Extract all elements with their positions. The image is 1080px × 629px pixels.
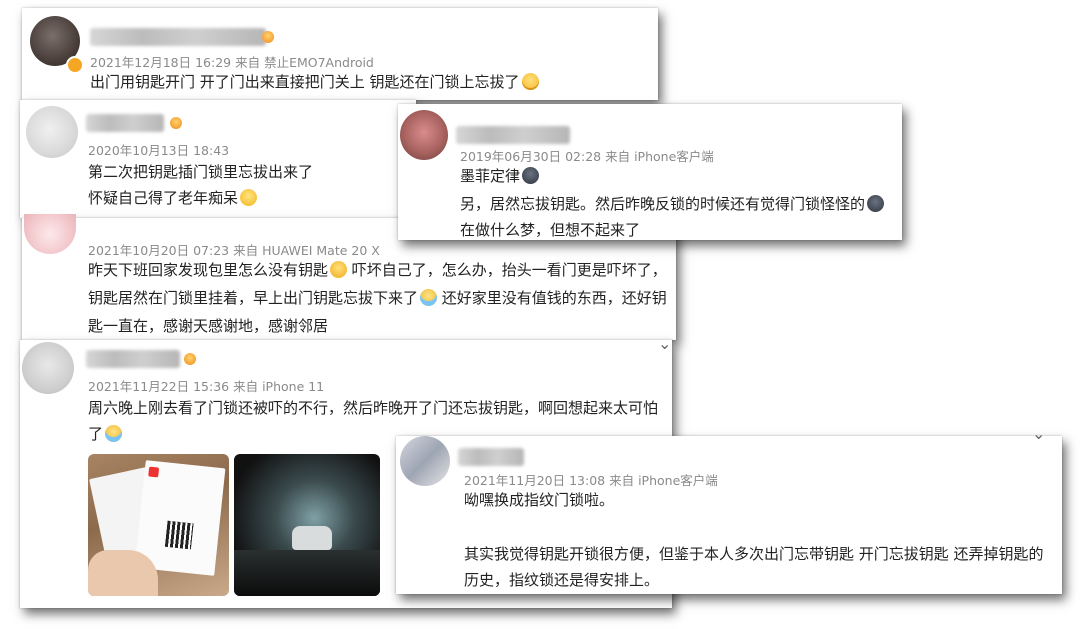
vip-badge-icon (184, 353, 196, 365)
road-shape (234, 550, 380, 596)
red-logo-icon (148, 466, 160, 478)
comment-text: 出门用钥匙开门 开了门出来直接把门关上 钥匙还在门锁上忘拔了 (90, 72, 539, 92)
comment-meta: 2021年10月20日 07:23 来自 HUAWEI Mate 20 X (88, 243, 380, 258)
comment-card-2: 2020年10月13日 18:43 第二次把钥匙插门锁里忘拔出来了 怀疑自己得了… (20, 100, 416, 218)
comment-meta: 2019年06月30日 02:28 来自 iPhone客户端 (460, 149, 714, 164)
comment-meta: 2021年11月22日 15:36 来自 iPhone 11 (88, 379, 325, 394)
sweat-face-icon (420, 289, 438, 306)
comment-text-line-2: 钥匙居然在门锁里挂着，早上出门钥匙忘拔下来了 还好家里没有值钱的东西，还好钥 (88, 289, 667, 307)
username-blurred[interactable] (90, 28, 266, 46)
chevron-down-icon[interactable]: ⌄ (1032, 424, 1045, 443)
comment-text-line-1: 昨天下班回家发现包里怎么没有钥匙 吓坏自己了，怎么办，抬头一看门更是吓坏了， (88, 261, 667, 279)
comment-text-line-1: 墨菲定律 (460, 166, 540, 186)
comment-text-line-2: 了 (88, 424, 123, 444)
dark-face-icon (867, 195, 885, 212)
username-blurred[interactable] (456, 126, 570, 144)
photo-tunnel[interactable] (234, 454, 380, 596)
vip-badge-icon (262, 31, 274, 43)
comment-text-line-1: 呦嘿换成指纹门锁啦。 (464, 491, 615, 509)
comment-text-line-1: 第二次把钥匙插门锁里忘拔出来了 (88, 163, 314, 181)
hand-shape (88, 550, 158, 596)
comment-text-line-2: 怀疑自己得了老年痴呆 (88, 188, 258, 208)
qr-code-icon (164, 520, 194, 550)
comment-meta: 2020年10月13日 18:43 (88, 143, 230, 158)
comment-card-6: ⌄ 2021年11月20日 13:08 来自 iPhone客户端 呦嘿换成指纹门… (396, 424, 1062, 594)
avatar[interactable] (24, 214, 76, 254)
comment-card-3: 2019年06月30日 02:28 来自 iPhone客户端 墨菲定律 另，居然… (398, 104, 902, 240)
sad-face-icon (330, 261, 348, 278)
car-shape (292, 526, 332, 550)
avatar[interactable] (26, 106, 78, 158)
dark-face-icon (522, 167, 540, 184)
cry-face-icon (105, 425, 123, 442)
grin-face-icon (521, 73, 539, 90)
comment-card-1: 2021年12月18日 16:29 来自 禁止EMO7Android 出门用钥匙… (22, 8, 658, 100)
avatar[interactable] (400, 110, 448, 160)
username-blurred[interactable] (86, 114, 164, 132)
username-blurred[interactable] (458, 448, 524, 466)
comment-text-line-3: 匙一直在，感谢天感谢地，感谢邻居 (88, 317, 329, 335)
username-blurred[interactable] (86, 350, 180, 368)
comment-text-line-3: 在做什么梦，但想不起来了 (460, 221, 641, 239)
smile-face-icon (240, 189, 258, 206)
comment-meta: 2021年12月18日 16:29 来自 禁止EMO7Android (90, 55, 374, 70)
avatar[interactable] (22, 342, 74, 394)
photo-tickets[interactable] (88, 454, 229, 596)
vip-badge-icon (170, 117, 182, 129)
comment-text-line-2: 另，居然忘拔钥匙。然后昨晚反锁的时候还有觉得门锁怪怪的 (460, 194, 885, 214)
comment-text-line-1: 周六晚上刚去看了门锁还被吓的不行，然后昨晚开了门还忘拔钥匙，啊回想起来太可怕 (88, 399, 659, 417)
avatar[interactable] (400, 436, 450, 486)
chevron-down-icon[interactable]: ⌄ (658, 334, 671, 353)
comment-meta: 2021年11月20日 13:08 来自 iPhone客户端 (464, 473, 718, 488)
comment-text-line-3: 其实我觉得钥匙开锁很方便，但鉴于本人多次出门忘带钥匙 开门忘拔钥匙 还弄掉钥匙的 (464, 545, 1044, 563)
verified-badge-icon (66, 56, 84, 74)
comment-text-line-4: 历史，指纹锁还是得安排上。 (464, 571, 660, 589)
